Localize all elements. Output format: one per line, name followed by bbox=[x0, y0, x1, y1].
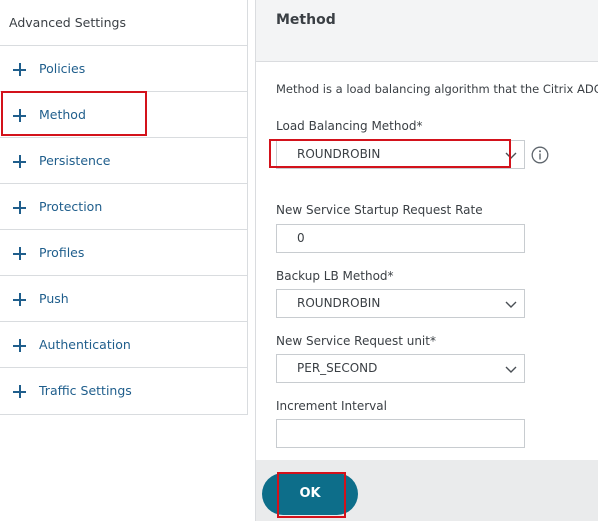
increment-interval-label: Increment Interval bbox=[276, 399, 387, 413]
panel-footer: OK bbox=[256, 460, 598, 521]
lb-method-select[interactable]: ROUNDROBIN bbox=[276, 140, 525, 169]
sidebar-title: Advanced Settings bbox=[0, 0, 247, 46]
sidebar-item-policies[interactable]: Policies bbox=[0, 46, 247, 92]
ok-button[interactable]: OK bbox=[262, 473, 358, 515]
plus-icon bbox=[13, 155, 26, 168]
lb-method-label: Load Balancing Method* bbox=[276, 119, 423, 133]
panel-title: Method bbox=[276, 12, 336, 28]
request-unit-value: PER_SECOND bbox=[297, 361, 378, 375]
sidebar-item-protection[interactable]: Protection bbox=[0, 184, 247, 230]
startup-rate-label: New Service Startup Request Rate bbox=[276, 203, 483, 217]
backup-lb-method-select[interactable]: ROUNDROBIN bbox=[276, 289, 525, 318]
backup-lb-method-label: Backup LB Method* bbox=[276, 269, 394, 283]
advanced-settings-sidebar: Advanced Settings Policies Method Persis… bbox=[0, 0, 248, 415]
plus-icon bbox=[13, 109, 26, 122]
sidebar-item-traffic-settings[interactable]: Traffic Settings bbox=[0, 368, 247, 414]
backup-lb-method-value: ROUNDROBIN bbox=[297, 296, 381, 310]
plus-icon bbox=[13, 339, 26, 352]
sidebar-item-label: Profiles bbox=[39, 245, 85, 260]
plus-icon bbox=[13, 201, 26, 214]
panel-header: Method bbox=[256, 0, 598, 62]
sidebar-item-persistence[interactable]: Persistence bbox=[0, 138, 247, 184]
sidebar-item-profiles[interactable]: Profiles bbox=[0, 230, 247, 276]
sidebar-item-label: Traffic Settings bbox=[39, 383, 132, 398]
startup-rate-value: 0 bbox=[297, 231, 305, 245]
plus-icon bbox=[13, 293, 26, 306]
sidebar-item-authentication[interactable]: Authentication bbox=[0, 322, 247, 368]
sidebar-item-label: Push bbox=[39, 291, 69, 306]
startup-rate-input[interactable]: 0 bbox=[276, 224, 525, 253]
sidebar-item-method[interactable]: Method bbox=[0, 92, 247, 138]
sidebar-item-label: Policies bbox=[39, 61, 86, 76]
plus-icon bbox=[13, 385, 26, 398]
plus-icon bbox=[13, 247, 26, 260]
sidebar-item-push[interactable]: Push bbox=[0, 276, 247, 322]
sidebar-item-label: Persistence bbox=[39, 153, 111, 168]
sidebar-item-label: Authentication bbox=[39, 337, 131, 352]
lb-method-value: ROUNDROBIN bbox=[297, 147, 381, 161]
method-panel: Method Method is a load balancing algori… bbox=[255, 0, 598, 521]
method-description: Method is a load balancing algorithm tha… bbox=[276, 82, 598, 96]
panel-body: Method is a load balancing algorithm tha… bbox=[256, 62, 598, 460]
sidebar-item-label: Method bbox=[39, 107, 86, 122]
sidebar-item-label: Protection bbox=[39, 199, 103, 214]
chevron-down-icon bbox=[505, 301, 517, 308]
request-unit-label: New Service Request unit* bbox=[276, 334, 436, 348]
plus-icon bbox=[13, 63, 26, 76]
request-unit-select[interactable]: PER_SECOND bbox=[276, 354, 525, 383]
chevron-down-icon bbox=[505, 152, 517, 159]
increment-interval-input[interactable] bbox=[276, 419, 525, 448]
chevron-down-icon bbox=[505, 366, 517, 373]
info-icon[interactable] bbox=[531, 146, 549, 164]
